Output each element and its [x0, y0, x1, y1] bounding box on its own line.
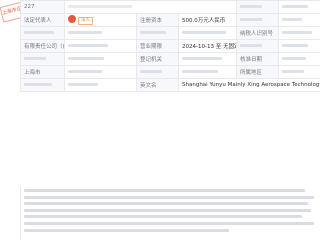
avatar — [68, 15, 76, 24]
cell-value — [278, 13, 320, 27]
cell-value — [64, 52, 137, 66]
business-scope-line — [24, 189, 306, 192]
cell-label — [236, 0, 280, 14]
term-label: 营业期限 — [136, 39, 179, 53]
cell-value — [64, 65, 137, 79]
cell-value — [278, 39, 320, 53]
registered-capital-label: 注册资本 — [136, 13, 179, 27]
english-name-value: Shanghai Yunyu Mainly Xing Aerospace Tec… — [177, 78, 320, 92]
english-name-label: 英文名 — [136, 78, 179, 92]
table-row: 英文名 Shanghai Yunyu Mainly Xing Aerospace… — [20, 78, 320, 92]
cell-value — [278, 0, 320, 14]
cell-value — [177, 65, 238, 79]
taxpayer-id-label: 纳税人识别号 — [236, 26, 280, 40]
cell-value — [177, 52, 238, 66]
row-index: 227 — [20, 0, 65, 14]
registered-capital-value: 500.0万元人民币 — [177, 13, 238, 27]
company-info-page: 上海市企业名录 227 法定代表人 法人 注册资本 500.0万元人民币 纳税人… — [0, 0, 320, 240]
cell-label — [236, 13, 280, 27]
table-row: 227 — [20, 0, 320, 14]
cell-value — [278, 26, 320, 40]
cell-value — [64, 39, 137, 53]
table-row: 登记机关 核准日期 — [20, 52, 320, 66]
registration-authority-label: 登记机关 — [136, 52, 179, 66]
cell-label — [20, 52, 65, 66]
table-row: 有限责任公司（自然人投资或控股） 营业期限 2024-10-13 至 无固定期限 — [20, 39, 320, 53]
business-scope-line — [24, 195, 315, 199]
cell-value — [278, 65, 320, 79]
company-info-table: 227 法定代表人 法人 注册资本 500.0万元人民币 纳税人识别号 有限责任… — [20, 0, 320, 92]
business-scope-line — [24, 228, 230, 232]
table-row: 法定代表人 法人 注册资本 500.0万元人民币 — [20, 13, 320, 27]
cell-value — [64, 78, 137, 92]
business-scope — [20, 187, 320, 240]
business-scope-line — [24, 202, 309, 206]
region-label: 所属地区 — [236, 65, 280, 79]
table-row: 上海市 所属地区 — [20, 65, 320, 79]
cell-value — [177, 26, 238, 40]
business-scope-line — [24, 215, 303, 219]
cell-value — [64, 26, 137, 40]
company-type: 有限责任公司（自然人投资或控股） — [20, 39, 65, 53]
cell-label — [136, 26, 179, 40]
cell-label — [20, 26, 65, 40]
legal-rep-cell[interactable]: 法人 — [64, 13, 137, 27]
approval-date-label: 核准日期 — [236, 52, 280, 66]
cell-label — [136, 65, 179, 79]
term-value: 2024-10-13 至 无固定期限 — [177, 39, 238, 53]
legal-rep-label: 法定代表人 — [20, 13, 65, 27]
cell-label — [20, 78, 65, 92]
region-value: 上海市 — [20, 65, 65, 79]
cell-value — [278, 52, 320, 66]
cell-label — [236, 39, 280, 53]
business-scope-line — [24, 221, 315, 225]
business-scope-line — [24, 208, 312, 212]
legal-rep-badge: 法人 — [78, 16, 93, 25]
table-row: 纳税人识别号 — [20, 26, 320, 40]
company-name — [63, 0, 238, 14]
